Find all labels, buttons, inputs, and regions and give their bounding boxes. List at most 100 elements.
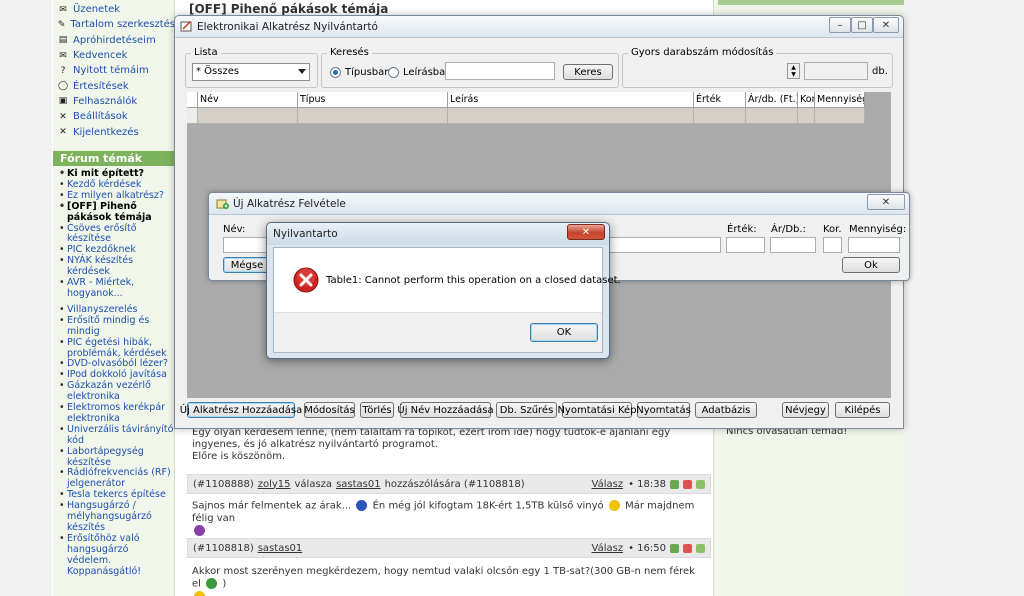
search-input[interactable] <box>445 62 555 80</box>
main-titlebar[interactable]: Elektronikai Alkatrész Nyilvántartó – □ … <box>175 16 903 38</box>
post-text: Én még jól kifogtam 18K-ért 1,5TB külső … <box>372 500 604 512</box>
lista-group: Lista * Összes <box>185 47 318 88</box>
menu-item-label: Apróhirdetéseim <box>73 34 156 46</box>
lista-dropdown[interactable]: * Összes <box>192 63 310 81</box>
thumb-up-icon[interactable] <box>670 543 679 553</box>
thumb-down-icon[interactable] <box>683 543 692 553</box>
print-button[interactable]: Nyomtatás <box>636 402 691 418</box>
column-header-nev[interactable]: Név <box>198 92 298 107</box>
part-dialog-title: Új Alkatrész Felvétele <box>233 198 346 210</box>
exit-button[interactable]: Kilépés <box>835 402 890 418</box>
about-button[interactable]: Névjegy <box>782 402 829 418</box>
row-indicator <box>187 108 198 124</box>
ertek-input[interactable] <box>726 237 765 253</box>
print-preview-button[interactable]: Nyomtatási Kép <box>557 402 637 418</box>
user-menu: ✉ Üzenetek ✎ Tartalom szerkesztés ▤ Apróhirde… <box>57 2 174 140</box>
menu-item[interactable]: ▤ Apróhirdetéseim <box>57 33 174 48</box>
cancel-button[interactable]: Mégse <box>223 257 271 273</box>
thumb-up-icon[interactable] <box>670 479 679 489</box>
lista-label: Lista <box>191 47 221 58</box>
close-icon: ✕ <box>881 19 891 31</box>
topic-link[interactable]: Erősítőhöz való hangsugárzó védelem. Kop… <box>59 533 174 578</box>
minimize-button[interactable]: – <box>829 17 851 33</box>
search-button[interactable]: Keres <box>563 64 613 80</box>
add-name-button[interactable]: Új Név Hozzáadása <box>397 402 494 418</box>
post-author-link[interactable]: sastas01 <box>258 543 303 554</box>
table-row[interactable] <box>187 108 865 124</box>
radio-tipusban[interactable]: Típusban <box>330 67 391 78</box>
post-header: (#1108818) sastas01 Válasz • 16:50 <box>187 538 711 558</box>
smiley-icon <box>206 578 218 589</box>
menu-item[interactable]: ✎ Tartalom szerkesztés <box>57 17 174 32</box>
quote-icon[interactable] <box>696 543 705 553</box>
quote-icon[interactable] <box>696 479 705 489</box>
column-header-ar[interactable]: Ár/db. (Ft.) <box>746 92 798 107</box>
count-filter-button[interactable]: Db. Szűrés <box>496 402 557 418</box>
column-header-leiras[interactable]: Leírás <box>448 92 694 107</box>
close-button[interactable]: ✕ <box>867 194 905 210</box>
topic-link[interactable]: [OFF] Pihenő pákások témája <box>59 201 174 224</box>
post-id: (#1108818) <box>193 542 254 554</box>
menu-item[interactable]: ◯ Értesítések <box>57 78 174 93</box>
close-button[interactable]: ✕ <box>873 17 899 33</box>
smiley-icon <box>194 590 205 596</box>
topic-link[interactable]: Univerzális távirányító kód <box>59 424 174 447</box>
menu-item[interactable]: ✕ Kijelentkezés <box>57 124 174 139</box>
row-indicator-header <box>187 92 198 107</box>
radio-leirasban[interactable]: Leírásban <box>388 67 452 78</box>
radio-label: Típusban <box>345 67 391 78</box>
topic-link[interactable]: Rádiófrekvenciás (RF) jelgenerátor <box>59 468 174 490</box>
thread-title: [OFF] Pihenő pákások témája <box>189 2 389 16</box>
column-header-kor[interactable]: Kor. <box>798 92 815 107</box>
database-button[interactable]: Adatbázis <box>695 402 757 418</box>
reply-link[interactable]: Válasz <box>592 543 624 554</box>
ok-button[interactable]: OK <box>530 323 598 342</box>
count-input[interactable] <box>804 62 868 80</box>
add-part-icon <box>216 199 229 209</box>
post-author-link[interactable]: zoly15 <box>258 479 291 490</box>
topic-link[interactable]: Erősítő mindig és mindig <box>59 315 174 338</box>
topic-link[interactable]: Hangsugárzó / mélyhangsugárzó készítés <box>59 500 174 534</box>
error-dialog-titlebar[interactable]: Nyilvantarto ✕ <box>267 223 609 245</box>
part-dialog-titlebar[interactable]: Új Alkatrész Felvétele ✕ <box>209 193 909 215</box>
menu-item[interactable]: ✉ Kedvencek <box>57 48 174 63</box>
menu-item[interactable]: ✉ Üzenetek <box>57 2 174 17</box>
reply-link[interactable]: Válasz <box>592 479 624 490</box>
topic-link[interactable]: AVR - Miértek, hogyanok... <box>59 277 174 300</box>
kor-input[interactable] <box>823 237 842 253</box>
maximize-button[interactable]: □ <box>851 17 873 33</box>
menu-item[interactable]: ✕ Beállítások <box>57 109 174 124</box>
mennyiseg-input[interactable] <box>848 237 900 253</box>
modify-button[interactable]: Módosítás <box>304 402 355 418</box>
column-header-mennyiseg[interactable]: Mennyiség <box>815 92 865 107</box>
ok-button[interactable]: Ok <box>842 257 900 273</box>
topics-header: Fórum témák <box>53 151 174 166</box>
count-spinner[interactable]: ▲ ▼ <box>787 63 800 79</box>
column-header-tipus[interactable]: Típus <box>298 92 448 107</box>
spin-down-icon[interactable]: ▼ <box>788 71 799 78</box>
chevron-down-icon <box>298 69 306 74</box>
topic-link[interactable]: Gázkazán vezérlő elektronika <box>59 380 174 403</box>
close-button[interactable]: ✕ <box>567 224 605 240</box>
post-header-text: hozzászólására (#1108818) <box>384 478 525 490</box>
ar-input[interactable] <box>770 237 816 253</box>
post-previous: Egy olyan kérdésem lenne, (nem találtam … <box>187 424 711 467</box>
spin-up-icon[interactable]: ▲ <box>788 64 799 71</box>
error-dialog-footer: OK <box>274 312 602 352</box>
smiley-icon <box>194 524 205 536</box>
topic-link[interactable]: Elektromos kerékpár elektronika <box>59 402 174 425</box>
thumb-down-icon[interactable] <box>683 479 692 489</box>
topic-link[interactable]: NYÁK készítés kérdések <box>59 255 174 278</box>
reply-target-link[interactable]: sastas01 <box>336 479 381 490</box>
close-icon: ✕ <box>581 226 591 238</box>
delete-button[interactable]: Törlés <box>360 402 394 418</box>
topic-link[interactable]: Csöves erősítő készítése <box>59 223 174 246</box>
column-header-ertek[interactable]: Érték <box>694 92 746 107</box>
menu-item-label: Értesítések <box>73 80 129 92</box>
db-unit-label: db. <box>872 66 888 77</box>
menu-item[interactable]: ▣ Felhasználók <box>57 94 174 109</box>
add-part-button[interactable]: Új Alkatrész Hozzáadása <box>180 402 302 418</box>
topic-link[interactable]: PIC égetési hibák, problémák, kérdések <box>59 337 174 360</box>
menu-item[interactable]: ? Nyitott témáim <box>57 63 174 78</box>
topic-link[interactable]: Labortápegység készítése <box>59 446 174 469</box>
